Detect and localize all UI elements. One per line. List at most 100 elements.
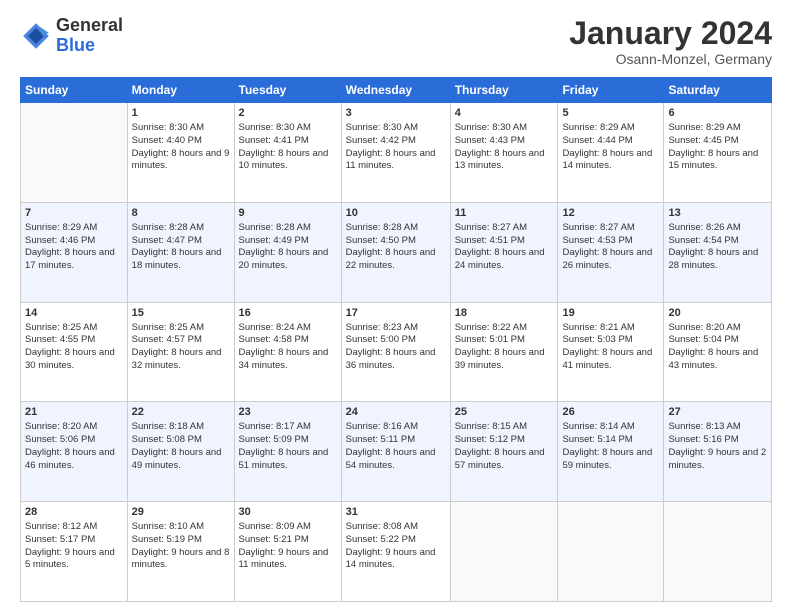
day-number: 12: [562, 206, 659, 221]
day-number: 4: [455, 106, 554, 121]
day-info: Sunrise: 8:21 AMSunset: 5:03 PMDaylight:…: [562, 322, 659, 373]
month-title: January 2024: [569, 16, 772, 51]
col-header-wednesday: Wednesday: [341, 78, 450, 103]
day-info: Sunrise: 8:18 AMSunset: 5:08 PMDaylight:…: [132, 421, 230, 472]
day-number: 13: [668, 206, 767, 221]
day-cell: 8Sunrise: 8:28 AMSunset: 4:47 PMDaylight…: [127, 202, 234, 302]
day-cell: 12Sunrise: 8:27 AMSunset: 4:53 PMDayligh…: [558, 202, 664, 302]
day-number: 11: [455, 206, 554, 221]
day-info: Sunrise: 8:25 AMSunset: 4:57 PMDaylight:…: [132, 322, 230, 373]
week-row-4: 21Sunrise: 8:20 AMSunset: 5:06 PMDayligh…: [21, 402, 772, 502]
day-info: Sunrise: 8:28 AMSunset: 4:49 PMDaylight:…: [239, 222, 337, 273]
day-info: Sunrise: 8:30 AMSunset: 4:40 PMDaylight:…: [132, 122, 230, 173]
day-info: Sunrise: 8:08 AMSunset: 5:22 PMDaylight:…: [346, 521, 446, 572]
logo-general: General: [56, 15, 123, 35]
day-number: 2: [239, 106, 337, 121]
location-subtitle: Osann-Monzel, Germany: [569, 51, 772, 67]
day-number: 8: [132, 206, 230, 221]
day-info: Sunrise: 8:23 AMSunset: 5:00 PMDaylight:…: [346, 322, 446, 373]
day-number: 28: [25, 505, 123, 520]
day-cell: [21, 103, 128, 203]
day-info: Sunrise: 8:15 AMSunset: 5:12 PMDaylight:…: [455, 421, 554, 472]
week-row-1: 1Sunrise: 8:30 AMSunset: 4:40 PMDaylight…: [21, 103, 772, 203]
day-info: Sunrise: 8:28 AMSunset: 4:47 PMDaylight:…: [132, 222, 230, 273]
day-cell: 31Sunrise: 8:08 AMSunset: 5:22 PMDayligh…: [341, 502, 450, 602]
day-cell: [558, 502, 664, 602]
day-number: 18: [455, 306, 554, 321]
day-cell: 28Sunrise: 8:12 AMSunset: 5:17 PMDayligh…: [21, 502, 128, 602]
day-number: 25: [455, 405, 554, 420]
col-header-thursday: Thursday: [450, 78, 558, 103]
day-info: Sunrise: 8:16 AMSunset: 5:11 PMDaylight:…: [346, 421, 446, 472]
day-info: Sunrise: 8:26 AMSunset: 4:54 PMDaylight:…: [668, 222, 767, 273]
day-cell: 3Sunrise: 8:30 AMSunset: 4:42 PMDaylight…: [341, 103, 450, 203]
day-cell: 15Sunrise: 8:25 AMSunset: 4:57 PMDayligh…: [127, 302, 234, 402]
day-number: 24: [346, 405, 446, 420]
day-info: Sunrise: 8:30 AMSunset: 4:42 PMDaylight:…: [346, 122, 446, 173]
day-info: Sunrise: 8:12 AMSunset: 5:17 PMDaylight:…: [25, 521, 123, 572]
logo-icon: [20, 20, 52, 52]
day-cell: 11Sunrise: 8:27 AMSunset: 4:51 PMDayligh…: [450, 202, 558, 302]
day-number: 9: [239, 206, 337, 221]
day-cell: 7Sunrise: 8:29 AMSunset: 4:46 PMDaylight…: [21, 202, 128, 302]
day-number: 26: [562, 405, 659, 420]
day-cell: 26Sunrise: 8:14 AMSunset: 5:14 PMDayligh…: [558, 402, 664, 502]
day-headers-row: SundayMondayTuesdayWednesdayThursdayFrid…: [21, 78, 772, 103]
day-info: Sunrise: 8:29 AMSunset: 4:44 PMDaylight:…: [562, 122, 659, 173]
calendar-table: SundayMondayTuesdayWednesdayThursdayFrid…: [20, 77, 772, 602]
col-header-friday: Friday: [558, 78, 664, 103]
day-cell: 30Sunrise: 8:09 AMSunset: 5:21 PMDayligh…: [234, 502, 341, 602]
day-info: Sunrise: 8:25 AMSunset: 4:55 PMDaylight:…: [25, 322, 123, 373]
day-cell: 24Sunrise: 8:16 AMSunset: 5:11 PMDayligh…: [341, 402, 450, 502]
day-number: 31: [346, 505, 446, 520]
day-cell: 16Sunrise: 8:24 AMSunset: 4:58 PMDayligh…: [234, 302, 341, 402]
day-number: 27: [668, 405, 767, 420]
day-info: Sunrise: 8:27 AMSunset: 4:53 PMDaylight:…: [562, 222, 659, 273]
day-number: 10: [346, 206, 446, 221]
day-cell: 1Sunrise: 8:30 AMSunset: 4:40 PMDaylight…: [127, 103, 234, 203]
logo-blue: Blue: [56, 35, 95, 55]
day-cell: 27Sunrise: 8:13 AMSunset: 5:16 PMDayligh…: [664, 402, 772, 502]
week-row-5: 28Sunrise: 8:12 AMSunset: 5:17 PMDayligh…: [21, 502, 772, 602]
day-number: 22: [132, 405, 230, 420]
day-number: 30: [239, 505, 337, 520]
day-cell: 13Sunrise: 8:26 AMSunset: 4:54 PMDayligh…: [664, 202, 772, 302]
title-block: January 2024 Osann-Monzel, Germany: [569, 16, 772, 67]
day-cell: 18Sunrise: 8:22 AMSunset: 5:01 PMDayligh…: [450, 302, 558, 402]
day-info: Sunrise: 8:13 AMSunset: 5:16 PMDaylight:…: [668, 421, 767, 472]
day-cell: 21Sunrise: 8:20 AMSunset: 5:06 PMDayligh…: [21, 402, 128, 502]
page: General Blue January 2024 Osann-Monzel, …: [0, 0, 792, 612]
week-row-3: 14Sunrise: 8:25 AMSunset: 4:55 PMDayligh…: [21, 302, 772, 402]
day-number: 16: [239, 306, 337, 321]
day-number: 3: [346, 106, 446, 121]
day-number: 17: [346, 306, 446, 321]
day-cell: 5Sunrise: 8:29 AMSunset: 4:44 PMDaylight…: [558, 103, 664, 203]
col-header-sunday: Sunday: [21, 78, 128, 103]
day-number: 5: [562, 106, 659, 121]
day-info: Sunrise: 8:09 AMSunset: 5:21 PMDaylight:…: [239, 521, 337, 572]
day-cell: 19Sunrise: 8:21 AMSunset: 5:03 PMDayligh…: [558, 302, 664, 402]
day-info: Sunrise: 8:17 AMSunset: 5:09 PMDaylight:…: [239, 421, 337, 472]
day-info: Sunrise: 8:14 AMSunset: 5:14 PMDaylight:…: [562, 421, 659, 472]
day-info: Sunrise: 8:22 AMSunset: 5:01 PMDaylight:…: [455, 322, 554, 373]
day-cell: [450, 502, 558, 602]
day-info: Sunrise: 8:30 AMSunset: 4:41 PMDaylight:…: [239, 122, 337, 173]
day-number: 20: [668, 306, 767, 321]
day-number: 21: [25, 405, 123, 420]
day-info: Sunrise: 8:29 AMSunset: 4:46 PMDaylight:…: [25, 222, 123, 273]
day-info: Sunrise: 8:20 AMSunset: 5:06 PMDaylight:…: [25, 421, 123, 472]
day-info: Sunrise: 8:20 AMSunset: 5:04 PMDaylight:…: [668, 322, 767, 373]
day-cell: 22Sunrise: 8:18 AMSunset: 5:08 PMDayligh…: [127, 402, 234, 502]
header: General Blue January 2024 Osann-Monzel, …: [20, 16, 772, 67]
day-number: 6: [668, 106, 767, 121]
day-cell: 14Sunrise: 8:25 AMSunset: 4:55 PMDayligh…: [21, 302, 128, 402]
day-cell: 29Sunrise: 8:10 AMSunset: 5:19 PMDayligh…: [127, 502, 234, 602]
day-cell: 4Sunrise: 8:30 AMSunset: 4:43 PMDaylight…: [450, 103, 558, 203]
day-info: Sunrise: 8:30 AMSunset: 4:43 PMDaylight:…: [455, 122, 554, 173]
day-cell: 23Sunrise: 8:17 AMSunset: 5:09 PMDayligh…: [234, 402, 341, 502]
day-cell: 17Sunrise: 8:23 AMSunset: 5:00 PMDayligh…: [341, 302, 450, 402]
day-info: Sunrise: 8:24 AMSunset: 4:58 PMDaylight:…: [239, 322, 337, 373]
day-cell: 9Sunrise: 8:28 AMSunset: 4:49 PMDaylight…: [234, 202, 341, 302]
logo-text: General Blue: [56, 16, 123, 56]
col-header-monday: Monday: [127, 78, 234, 103]
